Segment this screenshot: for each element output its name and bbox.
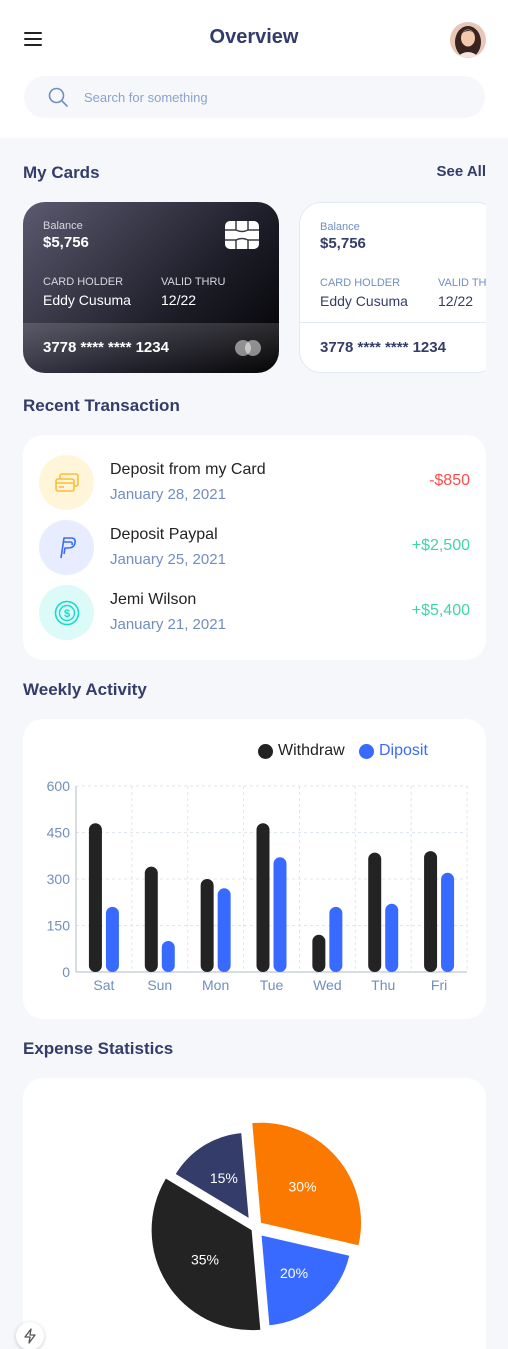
x-tick-label: Sun — [147, 977, 172, 993]
bar-withdraw-sat[interactable] — [88, 823, 102, 972]
y-tick-label: 450 — [47, 825, 71, 841]
search-icon — [46, 85, 70, 109]
balance-label: Balance — [43, 220, 83, 232]
mastercard-icon — [235, 340, 261, 356]
x-tick-label: Wed — [313, 977, 342, 993]
bar-withdraw-mon[interactable] — [200, 879, 214, 972]
transaction-item[interactable]: Deposit from my Card January 28, 2021 -$… — [39, 455, 470, 511]
pie-label: 35% — [191, 1251, 219, 1267]
quick-action-button[interactable] — [16, 1322, 44, 1349]
lightning-icon — [24, 1328, 36, 1344]
card-holder-name: Eddy Cusuma — [320, 293, 408, 309]
search-bar[interactable] — [24, 76, 485, 118]
transaction-date: January 21, 2021 — [110, 616, 226, 633]
my-cards-title: My Cards — [23, 163, 100, 182]
valid-thru-label: VALID THRU — [438, 277, 486, 289]
bar-diposit-sun[interactable] — [161, 941, 175, 972]
search-input[interactable] — [84, 89, 444, 105]
card-footer: 3778 **** **** 1234 — [23, 323, 279, 373]
valid-thru-value: 12/22 — [161, 292, 197, 308]
bar-diposit-sat[interactable] — [105, 906, 119, 972]
valid-thru-label: VALID THRU — [161, 276, 226, 288]
weekly-activity-chart: 0 150 300 450 600 Sat Sun Mon Tue Wed Thu Fri — [47, 778, 468, 993]
y-tick-label: 150 — [47, 918, 71, 934]
bar-diposit-wed[interactable] — [329, 906, 343, 972]
valid-thru-value: 12/22 — [438, 293, 474, 309]
transaction-amount: +$5,400 — [411, 602, 470, 619]
expense-statistics-title: Expense Statistics — [23, 1039, 174, 1058]
expense-pie-chart: 30% 20% 35% 15% — [151, 1122, 362, 1331]
weekly-activity-panel: Withdraw Diposit 0 150 300 450 600 Sat Sun Mon T… — [23, 719, 486, 1019]
top-header: Overview — [0, 0, 508, 138]
pie-label: 20% — [280, 1265, 308, 1281]
transaction-amount: +$2,500 — [411, 537, 470, 554]
expense-statistics-panel: 30% 20% 35% 15% — [23, 1078, 486, 1349]
weekly-activity-title: Weekly Activity — [23, 680, 147, 699]
user-avatar-icon — [450, 22, 486, 58]
transaction-item[interactable]: Deposit Paypal January 25, 2021 +$2,500 — [39, 520, 470, 576]
page-title: Overview — [209, 26, 299, 48]
y-tick-label: 300 — [47, 871, 71, 887]
transactions-panel: Deposit from my Card January 28, 2021 -$… — [23, 435, 486, 660]
bar-withdraw-wed[interactable] — [312, 934, 326, 972]
y-tick-label: 0 — [62, 964, 70, 980]
x-tick-label: Sat — [93, 977, 114, 993]
credit-card-dark[interactable]: Balance $5,756 CARD HOLDER Eddy Cusuma V… — [23, 202, 279, 373]
transaction-date: January 28, 2021 — [110, 486, 226, 503]
recent-transaction-title: Recent Transaction — [23, 396, 180, 415]
card-number: 3778 **** **** 1234 — [43, 339, 169, 356]
transaction-amount: -$850 — [429, 472, 470, 489]
bar-diposit-fri[interactable] — [441, 872, 455, 972]
credit-card-light[interactable]: Balance $5,756 CARD HOLDER Eddy Cusuma V… — [299, 202, 486, 373]
transaction-item[interactable]: $ Jemi Wilson January 21, 2021 +$5,400 — [39, 585, 470, 641]
pie-label: 15% — [210, 1170, 238, 1186]
bar-diposit-tue[interactable] — [273, 857, 287, 972]
see-all-link[interactable]: See All — [437, 163, 486, 180]
card-number: 3778 **** **** 1234 — [320, 339, 446, 356]
bar-diposit-mon[interactable] — [217, 888, 231, 972]
card-holder-name: Eddy Cusuma — [43, 292, 131, 308]
paypal-icon — [39, 520, 94, 575]
card-icon — [39, 455, 94, 510]
bar-diposit-thu[interactable] — [385, 903, 399, 972]
x-tick-label: Fri — [431, 977, 447, 993]
x-tick-label: Tue — [260, 977, 284, 993]
bar-withdraw-thu[interactable] — [368, 852, 382, 972]
balance-value: $5,756 — [43, 234, 89, 251]
dollar-icon: $ — [39, 585, 94, 640]
transaction-title: Jemi Wilson — [110, 591, 197, 608]
transaction-date: January 25, 2021 — [110, 551, 226, 568]
card-holder-label: CARD HOLDER — [320, 277, 401, 289]
bar-withdraw-tue[interactable] — [256, 823, 270, 972]
chip-icon — [225, 221, 259, 249]
x-tick-label: Mon — [202, 977, 229, 993]
avatar[interactable] — [450, 22, 486, 58]
bar-withdraw-sun[interactable] — [144, 866, 158, 972]
balance-value: $5,756 — [320, 235, 366, 252]
transaction-title: Deposit from my Card — [110, 461, 266, 478]
x-tick-label: Thu — [371, 977, 395, 993]
balance-label: Balance — [320, 221, 360, 233]
card-footer: 3778 **** **** 1234 — [300, 322, 486, 372]
pie-label: 30% — [289, 1179, 317, 1195]
bar-withdraw-fri[interactable] — [424, 851, 438, 972]
transaction-title: Deposit Paypal — [110, 526, 218, 543]
y-tick-label: 600 — [47, 778, 71, 794]
card-holder-label: CARD HOLDER — [43, 276, 124, 288]
svg-text:$: $ — [63, 608, 69, 620]
